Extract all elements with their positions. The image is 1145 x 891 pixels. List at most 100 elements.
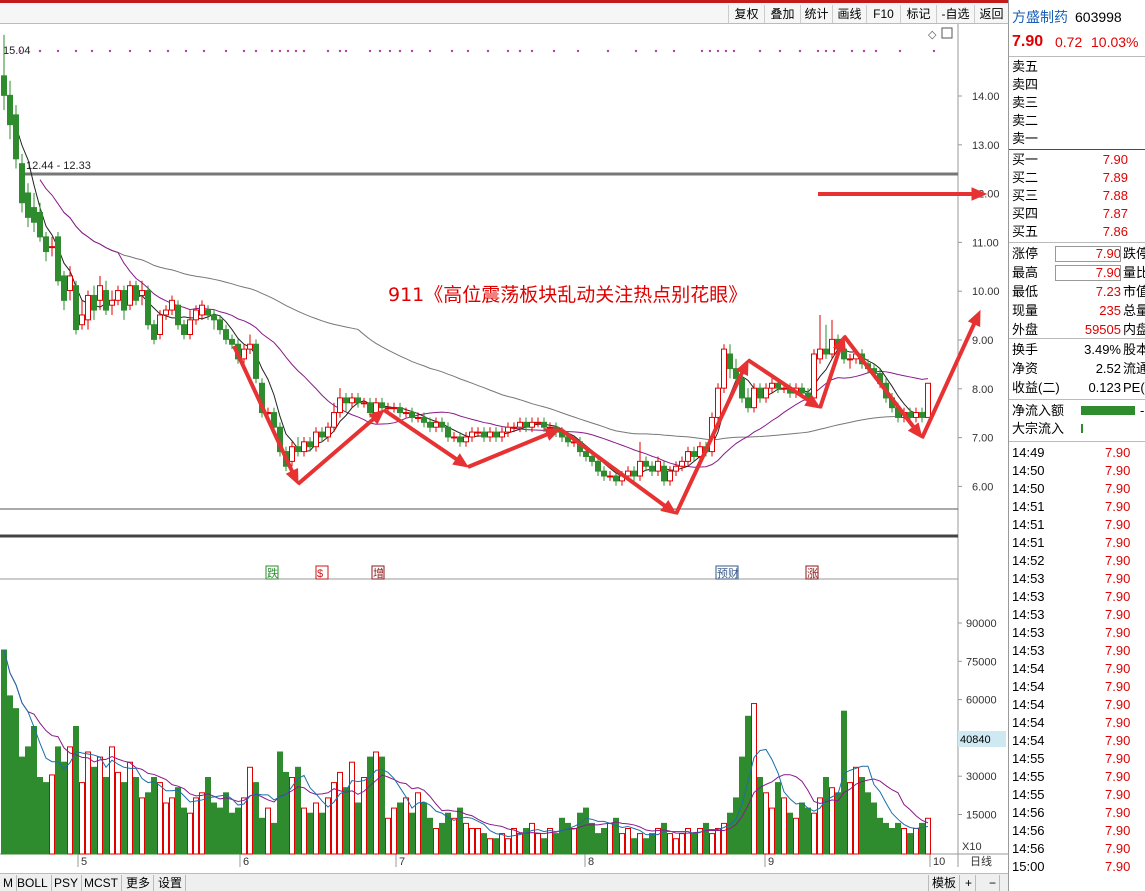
volume-bar[interactable] [217, 807, 223, 855]
volume-bar[interactable] [511, 828, 517, 855]
volume-bar[interactable] [499, 833, 505, 855]
candlestick[interactable] [439, 417, 445, 433]
candlestick[interactable] [25, 183, 31, 228]
candlestick[interactable] [67, 266, 73, 301]
volume-bar[interactable] [487, 838, 493, 855]
volume-bar[interactable] [25, 746, 31, 855]
volume-bar[interactable] [199, 792, 205, 855]
volume-bar[interactable] [535, 833, 541, 855]
tab-more[interactable]: 更多 [123, 875, 155, 891]
candlestick[interactable] [649, 461, 655, 476]
volume-bar[interactable] [457, 807, 463, 855]
candlestick[interactable] [109, 290, 115, 315]
volume-bar[interactable] [7, 695, 13, 855]
volume-bar[interactable] [415, 792, 421, 855]
candlestick[interactable] [103, 280, 109, 315]
candlestick[interactable] [391, 402, 397, 413]
volume-bar[interactable] [349, 761, 355, 855]
candlestick[interactable] [145, 285, 151, 330]
candlestick[interactable] [769, 378, 775, 394]
volume-bar[interactable] [805, 807, 811, 855]
volume-bar[interactable] [151, 777, 157, 855]
volume-bar[interactable] [505, 838, 511, 855]
volume-bar[interactable] [373, 751, 379, 855]
candlestick[interactable] [157, 310, 163, 340]
volume-bar[interactable] [637, 833, 643, 855]
volume-bar[interactable] [79, 782, 85, 855]
volume-bar[interactable] [379, 756, 385, 855]
volume-bar[interactable] [475, 828, 481, 855]
candlestick[interactable] [121, 285, 127, 320]
candlestick[interactable] [115, 285, 121, 306]
tab-boll[interactable]: BOLL [14, 875, 52, 891]
volume-bar[interactable] [313, 802, 319, 855]
candlestick[interactable] [127, 280, 133, 311]
candlestick[interactable] [925, 382, 931, 418]
volume-bar[interactable] [811, 812, 817, 855]
volume-bar[interactable] [157, 782, 163, 855]
statistics-button[interactable]: 统计 [800, 5, 832, 23]
candlestick[interactable] [823, 324, 829, 359]
candlestick[interactable] [643, 456, 649, 472]
volume-bar[interactable] [97, 756, 103, 855]
volume-bar[interactable] [307, 812, 313, 855]
candlestick[interactable] [187, 310, 193, 340]
candlestick[interactable] [49, 236, 55, 257]
volume-bar[interactable] [91, 766, 97, 855]
volume-bar[interactable] [241, 797, 247, 855]
volume-bar[interactable] [409, 812, 415, 855]
remove-watchlist-button[interactable]: -自选 [936, 5, 974, 23]
volume-bar[interactable] [193, 797, 199, 855]
volume-bar[interactable] [1, 649, 7, 855]
volume-bar[interactable] [841, 710, 847, 855]
candlestick[interactable] [829, 319, 835, 359]
candlestick[interactable] [295, 436, 301, 457]
candlestick[interactable] [337, 388, 343, 418]
volume-bar[interactable] [145, 792, 151, 855]
zoom-out-button[interactable]: − [986, 875, 1001, 891]
volume-bar[interactable] [493, 838, 499, 855]
volume-bar[interactable] [745, 715, 751, 855]
candlestick[interactable] [817, 314, 823, 364]
volume-bar[interactable] [859, 777, 865, 855]
volume-bar[interactable] [205, 777, 211, 855]
candlestick[interactable] [43, 232, 49, 262]
volume-bar[interactable] [451, 817, 457, 855]
volume-bar[interactable] [463, 822, 469, 855]
volume-bar[interactable] [553, 833, 559, 855]
volume-bar[interactable] [403, 797, 409, 855]
candlestick[interactable] [601, 466, 607, 481]
volume-bar[interactable] [853, 766, 859, 855]
volume-bar[interactable] [529, 822, 535, 855]
candlestick[interactable] [169, 295, 175, 315]
volume-bar[interactable] [163, 802, 169, 855]
overlay-button[interactable]: 叠加 [764, 5, 800, 23]
volume-bar[interactable] [355, 802, 361, 855]
volume-bar[interactable] [73, 726, 79, 855]
candlestick[interactable] [7, 80, 13, 140]
volume-bar[interactable] [595, 833, 601, 855]
volume-bar[interactable] [889, 828, 895, 855]
candlestick[interactable] [301, 436, 307, 457]
volume-bar[interactable] [781, 797, 787, 855]
volume-bar[interactable] [907, 833, 913, 855]
candlestick[interactable] [355, 393, 361, 408]
period-label[interactable]: 日线 [970, 854, 992, 867]
template-button[interactable]: 模板 [928, 875, 961, 891]
volume-bar[interactable] [571, 828, 577, 855]
candlestick[interactable] [727, 344, 733, 379]
candlestick[interactable] [37, 202, 43, 242]
candlestick[interactable] [55, 232, 61, 286]
volume-bar[interactable] [259, 817, 265, 855]
candlestick[interactable] [163, 305, 169, 320]
f10-button[interactable]: F10 [866, 5, 900, 23]
volume-bar[interactable] [283, 771, 289, 855]
volume-bar[interactable] [325, 797, 331, 855]
candlestick[interactable] [223, 324, 229, 345]
candlestick[interactable] [181, 319, 187, 340]
volume-bar[interactable] [265, 807, 271, 855]
volume-bar[interactable] [19, 756, 25, 855]
candlestick[interactable] [319, 427, 325, 442]
volume-bar[interactable] [661, 822, 667, 855]
candlestick[interactable] [451, 432, 457, 442]
